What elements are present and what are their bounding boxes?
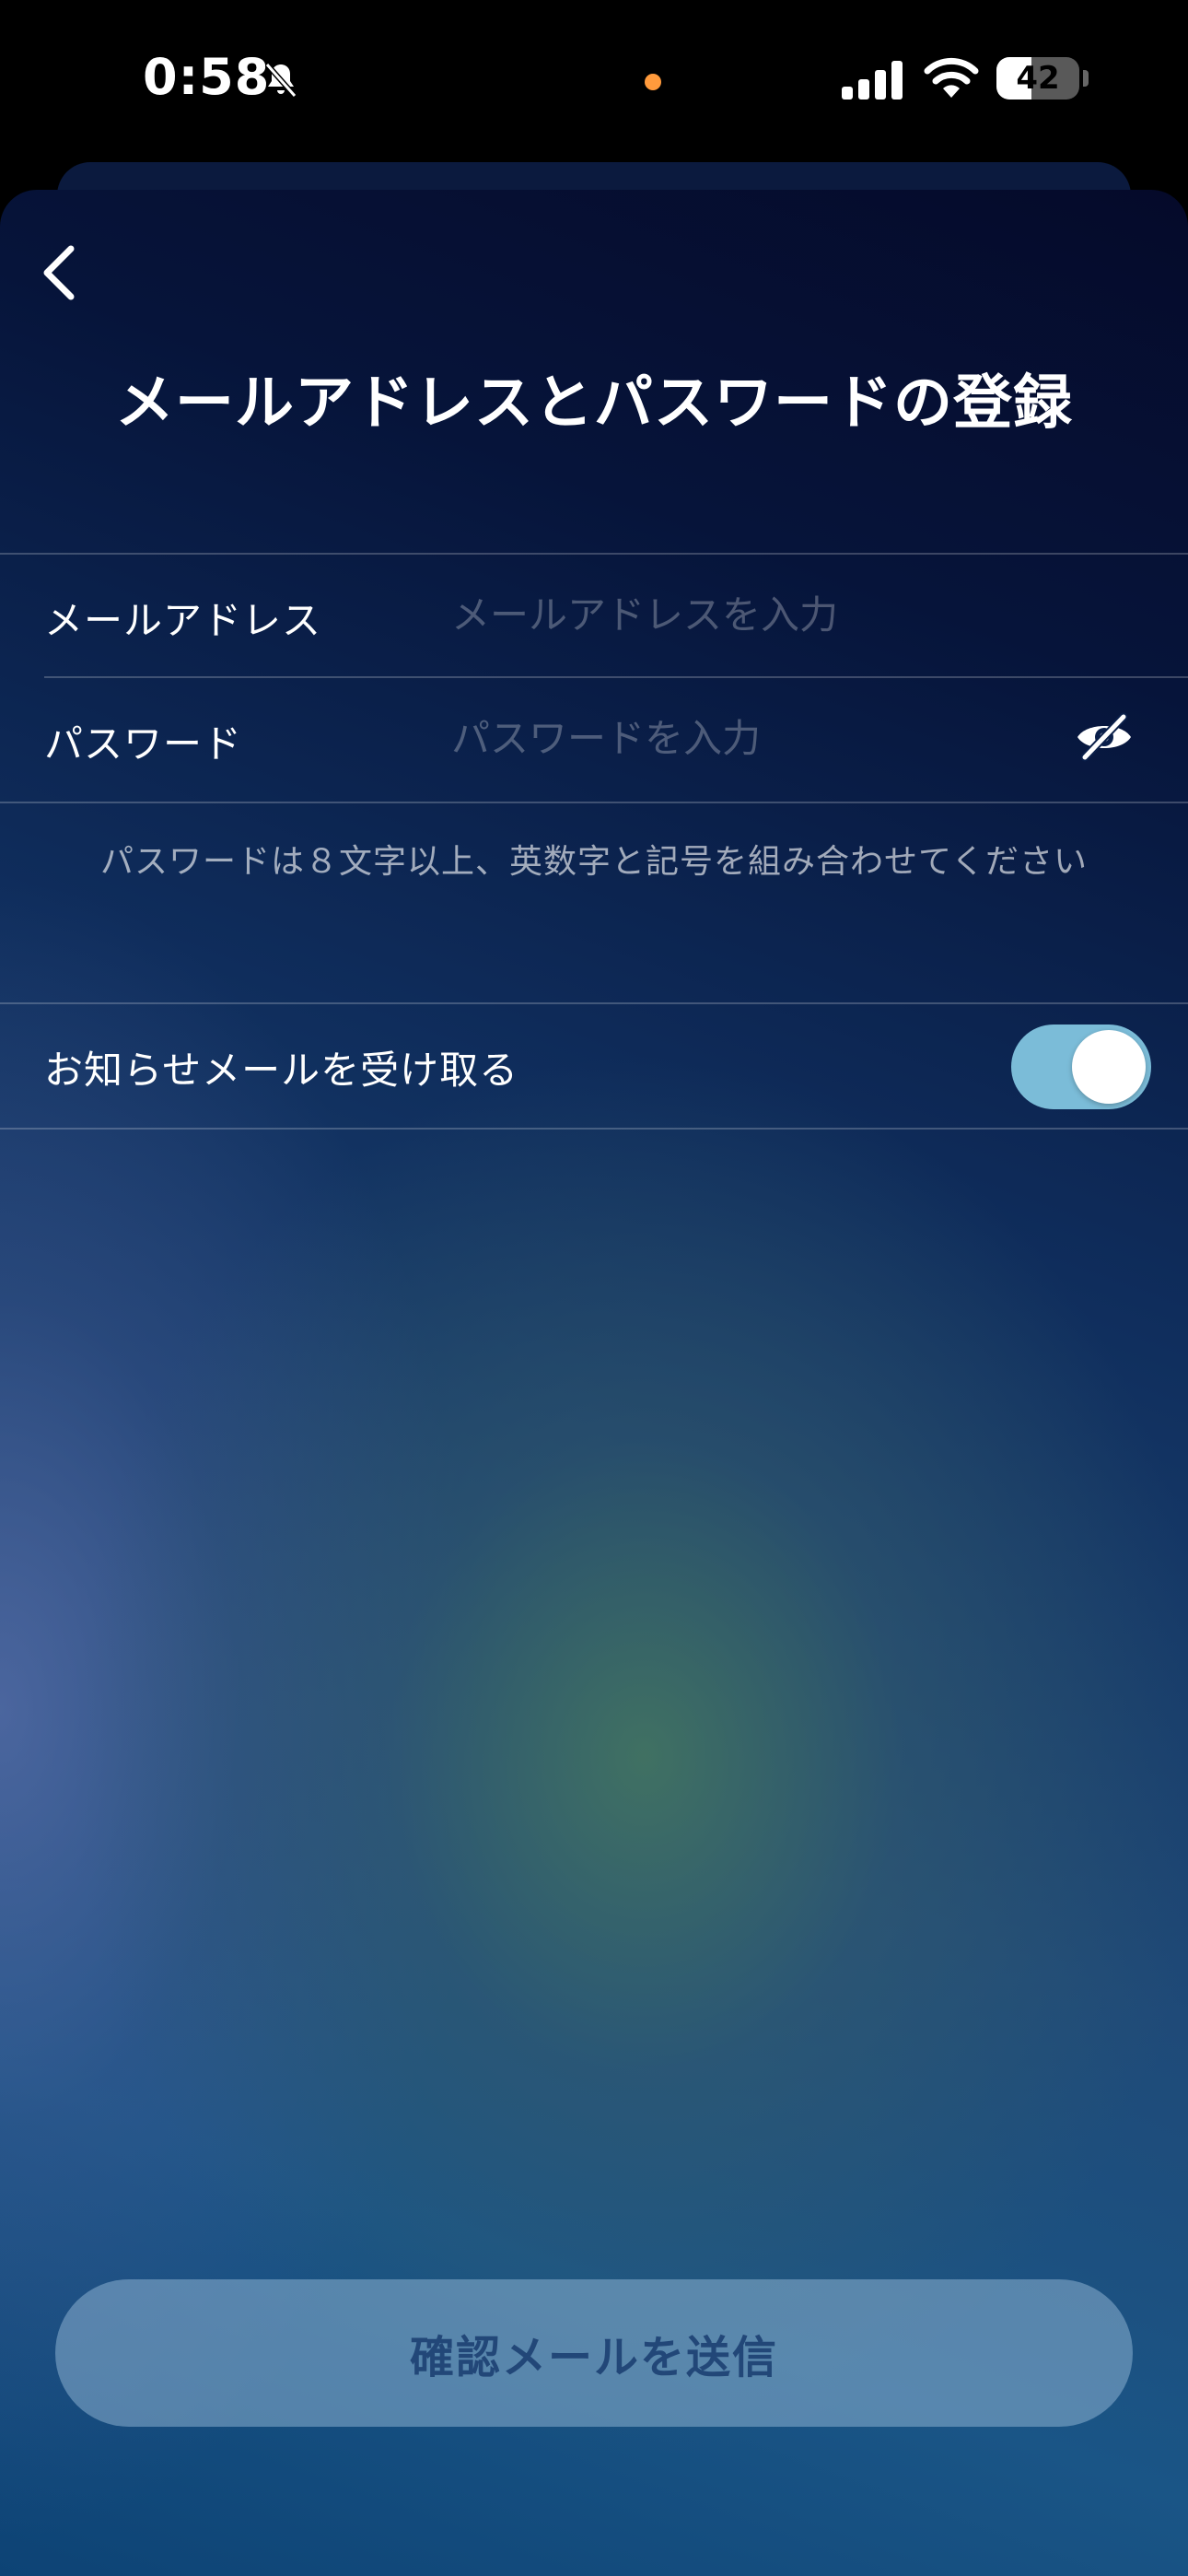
newsletter-label: お知らせメールを受け取る xyxy=(44,1048,519,1093)
send-confirmation-email-button[interactable]: 確認メールを送信 xyxy=(55,2279,1133,2427)
battery-icon: 42 xyxy=(996,57,1079,100)
newsletter-toggle[interactable] xyxy=(1011,1025,1151,1109)
bell-slash-icon xyxy=(264,63,297,98)
app-screen: 0:58 42 メールアドレスとパスワードの登録 メールアドレス メールアドレス… xyxy=(0,0,1188,2576)
status-bar: 0:58 42 xyxy=(0,0,1188,157)
divider xyxy=(0,553,1188,555)
divider xyxy=(0,802,1188,803)
divider xyxy=(44,676,1188,678)
chevron-left-icon xyxy=(43,245,75,300)
password-label: パスワード xyxy=(44,721,243,767)
mic-indicator-dot xyxy=(645,74,661,90)
back-button[interactable] xyxy=(28,236,92,310)
email-field[interactable] xyxy=(451,582,1022,647)
registration-sheet: メールアドレスとパスワードの登録 メールアドレス パスワード パスワードは８文字… xyxy=(0,190,1188,2576)
password-field[interactable] xyxy=(451,706,1022,770)
signal-icon xyxy=(842,61,903,100)
divider xyxy=(0,1002,1188,1004)
eye-slash-icon[interactable] xyxy=(1074,711,1135,763)
divider xyxy=(0,1128,1188,1130)
status-time: 0:58 xyxy=(143,48,271,106)
email-label: メールアドレス xyxy=(44,598,322,643)
wifi-icon xyxy=(924,57,979,98)
password-hint: パスワードは８文字以上、英数字と記号を組み合わせてください xyxy=(100,843,1088,881)
toggle-knob xyxy=(1072,1030,1146,1104)
battery-level: 42 xyxy=(1016,60,1060,97)
battery-cap xyxy=(1083,70,1089,87)
page-title: メールアドレスとパスワードの登録 xyxy=(115,369,1073,438)
